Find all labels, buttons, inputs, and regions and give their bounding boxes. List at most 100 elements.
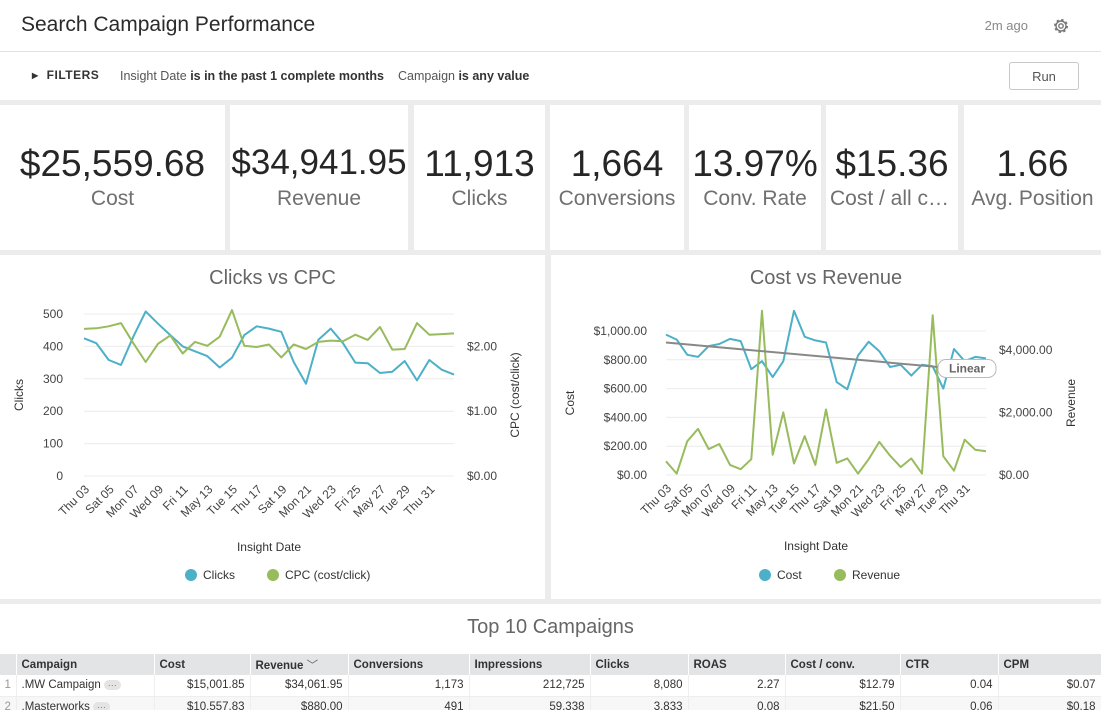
tile-conversions[interactable]: 1,664 Conversions	[550, 105, 684, 250]
y2-tick-label: $0.00	[999, 468, 1029, 482]
y-tick-label: $400.00	[604, 410, 648, 424]
legend-marker	[759, 569, 771, 581]
chart-title: Clicks vs CPC	[209, 267, 336, 289]
campaign-name: .Masterworks	[21, 700, 90, 710]
tile-avg-position[interactable]: 1.66 Avg. Position	[964, 105, 1101, 250]
filter-campaign[interactable]: Campaign is any value	[398, 69, 529, 83]
tile-label: Conversions	[558, 187, 676, 210]
clicks-vs-cpc-chart: 5004003002001000$2.00$1.00$0.00Thu 03Sat…	[12, 307, 522, 582]
row-number: 1	[0, 675, 17, 697]
x-axis-title: Insight Date	[784, 539, 848, 553]
y-axis-title: Cost	[563, 390, 577, 415]
y-tick-label: $600.00	[604, 382, 648, 396]
table-cell: $12.79	[785, 675, 901, 697]
legend-marker	[185, 569, 197, 581]
y-axis-title: Clicks	[12, 379, 26, 411]
series-line	[83, 310, 455, 385]
table-cell: $10,557.83	[154, 696, 251, 710]
series-line	[665, 309, 987, 475]
y2-axis-title: CPC (cost/click)	[508, 352, 522, 437]
filters-label: FILTERS	[46, 68, 100, 82]
y-tick-label: $0.00	[617, 468, 647, 482]
column-header[interactable]: Campaign	[16, 654, 155, 675]
y2-tick-label: $4,000.00	[999, 343, 1053, 357]
campaign-cell[interactable]: .Masterworks ···	[16, 696, 155, 710]
y-tick-label: 0	[56, 469, 63, 483]
more-options-icon[interactable]: ···	[92, 701, 110, 710]
y2-tick-label: $2,000.00	[999, 405, 1053, 419]
table-row: 1 .MW Campaign ··· $15,001.85 $34,061.95 …	[0, 675, 1101, 697]
last-updated: 2m ago	[984, 18, 1028, 33]
column-header[interactable]: CTR	[900, 654, 999, 675]
table-row: 2 .Masterworks ··· $10,557.83 $880.00 491…	[0, 696, 1101, 710]
filter-condition: is in the past 1 complete months	[190, 69, 384, 83]
dashboard: Search Campaign Performance 2m ago ▶ FILT…	[0, 0, 1101, 710]
tile-value: 11,913	[424, 143, 535, 184]
campaigns-table: Campaign Cost Revenue ﹀ Conversions Impr…	[0, 654, 1101, 710]
tile-value: $15.36	[835, 143, 949, 184]
table-title: Top 10 Campaigns	[467, 616, 634, 638]
column-header[interactable]: CPM	[998, 654, 1101, 675]
tile-clicks[interactable]: 11,913 Clicks	[414, 105, 545, 250]
tile-cost-per-conv[interactable]: $15.36 Cost / all conv.	[826, 105, 958, 250]
dashboard-header: Search Campaign Performance 2m ago	[0, 0, 1101, 52]
table-header-row: Campaign Cost Revenue ﹀ Conversions Impr…	[0, 654, 1101, 675]
clicks-vs-cpc-panel: Clicks vs CPC 500 400 300 200 100 0 $2.00 $1.00…	[0, 255, 545, 599]
y-tick-label: 100	[43, 437, 63, 451]
row-number-header	[0, 654, 17, 675]
table-cell: 212,725	[469, 675, 591, 697]
tile-revenue[interactable]: $34,941.95 Revenue	[230, 105, 408, 250]
table-cell: $0.18	[998, 696, 1101, 710]
tile-cost[interactable]: $25,559.68 Cost	[0, 105, 225, 250]
column-header[interactable]: Cost	[154, 654, 251, 675]
table-cell: 491	[348, 696, 470, 710]
y2-axis-title: Revenue	[1064, 379, 1078, 427]
filter-bar: ▶ FILTERS Insight Date is in the past 1 c…	[0, 52, 1101, 100]
table-cell: 59,338	[469, 696, 591, 710]
tile-label: Conv. Rate	[703, 187, 807, 210]
series-line	[83, 309, 455, 363]
table-cell: $0.07	[998, 675, 1101, 697]
run-button[interactable]: Run	[1009, 62, 1079, 90]
filter-insight-date[interactable]: Insight Date is in the past 1 complete m…	[120, 69, 384, 83]
tile-label: Cost / all conv.	[830, 187, 958, 210]
filters-toggle[interactable]: ▶ FILTERS	[32, 68, 99, 82]
sort-desc-icon: ﹀	[306, 659, 319, 672]
campaign-cell[interactable]: .MW Campaign ···	[16, 675, 155, 697]
y-tick-label: 200	[43, 404, 63, 418]
tile-label: Avg. Position	[971, 187, 1094, 210]
column-header[interactable]: ROAS	[688, 654, 786, 675]
dashboard-title: Search Campaign Performance	[21, 13, 316, 36]
caret-right-icon: ▶	[32, 71, 39, 80]
table-cell: $34,061.95	[250, 675, 349, 697]
table-cell: 2.27	[688, 675, 786, 697]
x-axis-title: Insight Date	[237, 540, 301, 554]
tile-value: $25,559.68	[19, 143, 206, 184]
filter-condition: is any value	[458, 69, 530, 83]
cost-vs-revenue-panel: Cost vs Revenue $1,000.00 $800.00 $600.00 $…	[551, 255, 1101, 599]
y2-tick-label: $1.00	[467, 404, 497, 418]
column-header[interactable]: Cost / conv.	[785, 654, 901, 675]
table-cell: 0.06	[900, 696, 999, 710]
tile-label: Clicks	[451, 187, 508, 210]
tile-conv-rate[interactable]: 13.97% Conv. Rate	[689, 105, 821, 250]
y2-tick-label: $0.00	[467, 469, 497, 483]
table-cell: 8,080	[590, 675, 689, 697]
column-header-label: Revenue	[255, 659, 304, 672]
column-header-sorted[interactable]: Revenue ﹀	[250, 654, 349, 675]
row-number: 2	[0, 696, 17, 710]
more-options-icon[interactable]: ···	[103, 680, 121, 691]
column-header[interactable]: Clicks	[590, 654, 689, 675]
y-tick-label: 500	[43, 307, 63, 321]
x-tick-label: Thu 03	[56, 482, 93, 519]
tile-value: 1.66	[996, 143, 1069, 184]
legend-marker	[834, 569, 846, 581]
legend-marker	[267, 569, 279, 581]
campaign-name: .MW Campaign	[21, 679, 101, 692]
legend-label: CPC (cost/click)	[285, 568, 370, 582]
y-tick-label: 300	[43, 372, 63, 386]
gear-icon[interactable]	[1051, 16, 1071, 36]
cost-vs-revenue-chart: $1,000.00 $800.00 $600.00 $400.00 $200.00 $0.…	[563, 309, 1078, 582]
column-header[interactable]: Conversions	[348, 654, 470, 675]
column-header[interactable]: Impressions	[469, 654, 591, 675]
